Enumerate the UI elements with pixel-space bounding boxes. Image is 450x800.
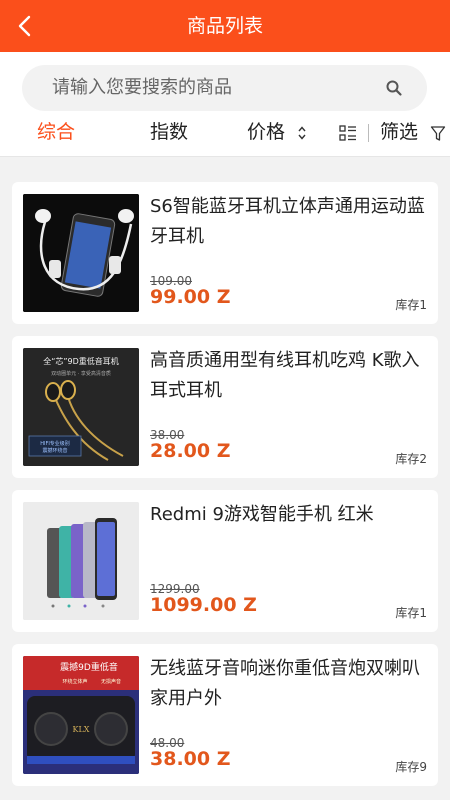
thumb-banner-text: 震撼9D重低音	[60, 661, 118, 673]
stock-label: 库存1	[395, 606, 427, 620]
sale-price: 99.00 Z	[150, 286, 231, 308]
sort-updown-icon[interactable]	[296, 124, 308, 142]
search-placeholder: 请输入您要搜索的商品	[52, 77, 232, 98]
thumb-box-text: HIFI专业级别	[40, 440, 70, 447]
thumb-tag-text: 无损声音	[101, 678, 121, 685]
search-input[interactable]: 请输入您要搜索的商品	[22, 65, 427, 111]
product-image: 全“芯”9D重低音耳机 双动圈单元 · 享受高清音质 HIFI专业级别 震撼环绕…	[23, 348, 139, 466]
product-image: 震撼9D重低音 环绕立体声 无损声音 KLX	[23, 656, 139, 774]
stock-label: 库存2	[395, 452, 427, 466]
sale-price: 28.00 Z	[150, 440, 231, 462]
tab-index[interactable]: 指数	[150, 112, 188, 156]
thumb-box-text: 震撼环绕音	[42, 447, 67, 454]
product-card[interactable]: S6智能蓝牙耳机立体声通用运动蓝牙耳机 109.00 99.00 Z 库存1	[12, 182, 438, 324]
product-name: Redmi 9游戏智能手机 红米	[150, 504, 374, 525]
filter-funnel-icon[interactable]	[430, 125, 446, 143]
search-area: 请输入您要搜索的商品	[0, 52, 450, 112]
product-card[interactable]: 全“芯”9D重低音耳机 双动圈单元 · 享受高清音质 HIFI专业级别 震撼环绕…	[12, 336, 438, 478]
thumb-logo-text: KLX	[73, 725, 90, 734]
product-card[interactable]: 震撼9D重低音 环绕立体声 无损声音 KLX 无线蓝牙音响迷你重低音炮双喇叭家用…	[12, 644, 438, 786]
product-name: 无线蓝牙音响迷你重低音炮双喇叭家用户外	[150, 658, 420, 709]
search-icon[interactable]	[385, 79, 403, 97]
thumb-banner-text: 全“芯”9D重低音耳机	[43, 356, 119, 366]
sale-price: 1099.00 Z	[150, 594, 257, 616]
stock-label: 库存1	[395, 298, 427, 312]
product-image	[23, 194, 139, 312]
stock-label: 库存9	[395, 760, 427, 774]
thumb-tag-text: 环绕立体声	[62, 678, 87, 685]
tab-divider	[368, 124, 369, 142]
thumb-sub-text: 双动圈单元 · 享受高清音质	[51, 370, 111, 377]
product-name: S6智能蓝牙耳机立体声通用运动蓝牙耳机	[150, 196, 425, 247]
sale-price: 38.00 Z	[150, 748, 231, 770]
product-card[interactable]: Redmi 9游戏智能手机 红米 1299.00 1099.00 Z 库存1	[12, 490, 438, 632]
tab-overall[interactable]: 综合	[37, 112, 75, 156]
page-title: 商品列表	[186, 15, 263, 37]
list-layout-icon[interactable]	[339, 124, 357, 142]
product-name: 高音质通用型有线耳机吃鸡 K歌入耳式耳机	[150, 350, 420, 401]
tab-filter[interactable]: 筛选	[380, 112, 418, 156]
sort-tabs: 综合 指数 价格 筛选	[0, 112, 450, 157]
tab-price[interactable]: 价格	[247, 112, 285, 156]
product-image	[23, 502, 139, 620]
top-bar: 商品列表	[0, 0, 450, 52]
